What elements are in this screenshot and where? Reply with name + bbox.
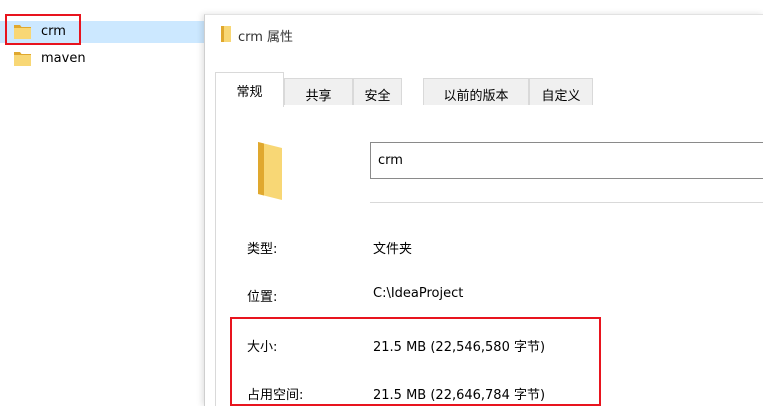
- tab-label: 常规: [236, 85, 263, 100]
- separator: [370, 202, 763, 203]
- tab-strip: 常规 共享 安全 以前的版本 自定义: [215, 72, 763, 107]
- tab-general[interactable]: 常规: [215, 72, 284, 107]
- properties-dialog: crm 属性 常规 共享 安全 以前的版本 自定义 类型: 文件夹 位置: C:…: [204, 14, 763, 406]
- tab-sharing[interactable]: 共享: [284, 78, 353, 105]
- highlight-box-size: [230, 317, 601, 406]
- folder-icon: [221, 26, 231, 42]
- type-label: 类型:: [247, 242, 278, 257]
- dialog-titlebar[interactable]: crm 属性: [205, 15, 763, 51]
- folder-name: maven: [41, 51, 86, 66]
- folder-item-maven[interactable]: maven: [0, 48, 204, 70]
- tab-label: 安全: [364, 89, 391, 104]
- highlight-box-crm: [5, 14, 81, 45]
- folder-icon: [14, 51, 31, 66]
- folder-icon: [258, 142, 282, 200]
- dialog-title: crm 属性: [238, 30, 294, 45]
- tab-security[interactable]: 安全: [353, 78, 402, 105]
- type-value: 文件夹: [373, 242, 413, 257]
- location-value: C:\IdeaProject: [373, 286, 464, 301]
- tab-previous-versions[interactable]: 以前的版本: [423, 78, 529, 105]
- tab-label: 以前的版本: [443, 89, 509, 104]
- tab-customize[interactable]: 自定义: [529, 78, 593, 105]
- tab-content-general: 类型: 文件夹 位置: C:\IdeaProject 大小: 21.5 MB (…: [215, 106, 763, 406]
- file-explorer-list: crm maven: [0, 0, 204, 405]
- tab-label: 自定义: [541, 89, 581, 104]
- tab-label: 共享: [305, 89, 332, 104]
- location-label: 位置:: [247, 290, 278, 305]
- folder-name-field[interactable]: [370, 142, 763, 179]
